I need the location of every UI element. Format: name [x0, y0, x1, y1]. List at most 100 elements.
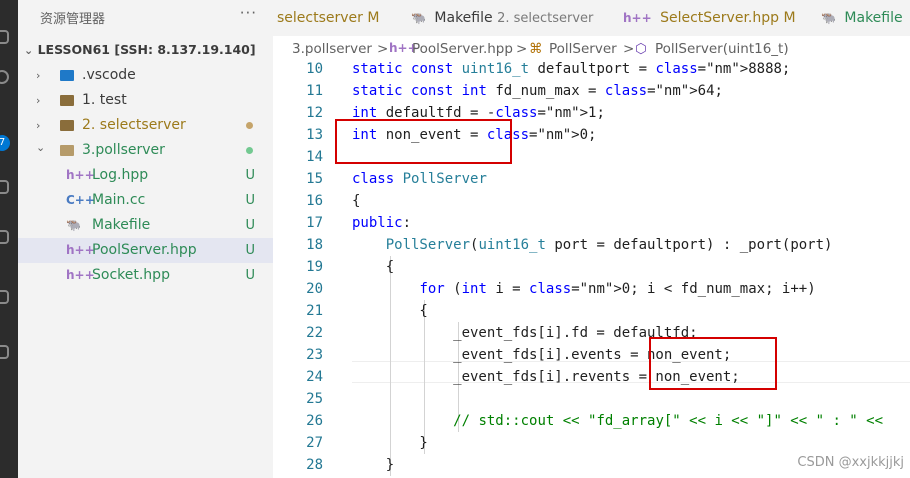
tree-item-pollserver[interactable]: ⌄ 3.pollserver — [18, 138, 273, 163]
code-line: for (int i = class="nm">0; i < fd_num_ma… — [419, 281, 816, 297]
line-number: 14 — [306, 149, 323, 165]
breadcrumb-separator: > — [516, 41, 528, 57]
tree-item-vscode[interactable]: › .vscode — [18, 63, 273, 88]
tree-item-socket-hpp[interactable]: h++ Socket.hpp U — [18, 263, 273, 288]
code-line: static const int fd_num_max = class="nm"… — [352, 83, 723, 99]
breadcrumb-file[interactable]: PoolServer.hpp — [412, 41, 513, 57]
method-symbol-icon: ⬡ — [635, 41, 647, 57]
testing-icon[interactable] — [0, 345, 9, 359]
workspace-root[interactable]: ⌄ LESSON61 [SSH: 8.137.19.140] — [24, 42, 256, 57]
chevron-right-icon: › — [36, 69, 41, 82]
line-number: 27 — [306, 435, 323, 451]
code-editor[interactable]: 10 11 12 13 14 15 16 17 18 19 20 21 22 2… — [273, 58, 910, 478]
breadcrumb-separator: > — [377, 41, 389, 57]
tab-makefile[interactable]: 🐃 Makefile — [821, 0, 903, 36]
hpp-file-icon: h++ — [66, 243, 95, 257]
tree-item-test[interactable]: › 1. test — [18, 88, 273, 113]
git-status-badge: U — [245, 243, 255, 258]
run-debug-icon[interactable] — [0, 180, 9, 194]
code-line: PollServer(uint16_t port = defaultport) … — [385, 237, 833, 253]
tree-item-label: Log.hpp — [92, 167, 149, 183]
tree-item-label: Main.cc — [92, 192, 146, 208]
search-icon[interactable] — [0, 70, 9, 84]
extensions-icon[interactable] — [0, 290, 9, 304]
remote-explorer-icon[interactable] — [0, 230, 9, 244]
tree-item-poolserver-hpp[interactable]: h++ PoolServer.hpp U — [18, 238, 273, 263]
breadcrumb-folder[interactable]: 3.pollserver — [292, 41, 372, 57]
tab-selectserver[interactable]: selectserver M — [277, 0, 379, 36]
class-symbol-icon: ⌘ — [529, 41, 543, 57]
hpp-file-icon: h++ — [623, 11, 652, 25]
workspace-root-label: LESSON61 [SSH: 8.137.19.140] — [37, 42, 256, 57]
tree-item-main-cc[interactable]: C++ Main.cc U — [18, 188, 273, 213]
line-number: 21 — [306, 303, 323, 319]
breadcrumb-method[interactable]: PollServer(uint16_t) — [655, 41, 789, 57]
code-line: } — [352, 457, 395, 473]
code-line: { — [352, 303, 428, 319]
tree-item-log-hpp[interactable]: h++ Log.hpp U — [18, 163, 273, 188]
makefile-icon: 🐃 — [821, 11, 836, 25]
line-number: 13 — [306, 127, 323, 143]
highlight-box-non-event — [335, 119, 512, 164]
tree-item-label: .vscode — [82, 67, 136, 83]
source-control-badge[interactable]: 7 — [0, 135, 10, 151]
line-number: 10 — [306, 61, 323, 77]
modified-dot-icon — [246, 122, 253, 129]
activity-bar: 7 — [0, 0, 18, 478]
explorer-icon[interactable] — [0, 30, 9, 44]
line-number: 23 — [306, 347, 323, 363]
makefile-icon: 🐃 — [66, 218, 81, 232]
tab-label: Makefile — [844, 10, 903, 26]
tree-item-label: 2. selectserver — [82, 117, 186, 133]
line-number: 15 — [306, 171, 323, 187]
vscode-folder-icon — [60, 70, 74, 81]
line-number: 17 — [306, 215, 323, 231]
tree-item-label: 3.pollserver — [82, 142, 165, 158]
more-actions-icon[interactable]: ··· — [240, 4, 257, 22]
line-number: 18 — [306, 237, 323, 253]
breadcrumb-separator: > — [623, 41, 635, 57]
folder-icon — [60, 95, 74, 106]
line-number: 25 — [306, 391, 323, 407]
line-number: 20 — [306, 281, 323, 297]
line-number: 16 — [306, 193, 323, 209]
line-number: 28 — [306, 457, 323, 473]
explorer-title: 资源管理器 — [40, 12, 106, 27]
chevron-down-icon: ⌄ — [36, 141, 46, 154]
code-line: { — [352, 193, 361, 209]
breadcrumb-class[interactable]: PollServer — [549, 41, 617, 57]
tree-item-selectserver[interactable]: › 2. selectserver — [18, 113, 273, 138]
line-number: 26 — [306, 413, 323, 429]
breadcrumb: 3.pollserver > h++ PoolServer.hpp > ⌘ Po… — [273, 38, 910, 60]
code-line: _event_fds[i].fd = defaultfd; — [352, 325, 698, 341]
tree-item-label: PoolServer.hpp — [92, 242, 197, 258]
tab-label: Makefile — [434, 10, 493, 26]
git-status-badge: U — [245, 268, 255, 283]
line-number: 24 — [306, 369, 323, 385]
line-number: 22 — [306, 325, 323, 341]
tab-hint: 2. selectserver — [497, 11, 594, 26]
cpp-file-icon: C++ — [66, 193, 95, 207]
makefile-icon: 🐃 — [411, 11, 426, 25]
code-line: static const uint16_t defaultport = clas… — [352, 61, 791, 77]
tree-item-label: 1. test — [82, 92, 127, 108]
hpp-file-icon: h++ — [66, 268, 95, 282]
git-status-badge: U — [245, 218, 255, 233]
hpp-file-icon: h++ — [66, 168, 95, 182]
folder-open-icon — [60, 145, 74, 156]
tree-item-label: Socket.hpp — [92, 267, 170, 283]
tab-modified-badge: M — [367, 10, 380, 26]
tree-item-label: Makefile — [92, 217, 151, 233]
tab-label: SelectServer.hpp — [660, 10, 780, 26]
line-number: 12 — [306, 105, 323, 121]
tab-selectserver-hpp[interactable]: h++ SelectServer.hpp M — [623, 0, 796, 36]
highlight-box-assignments — [649, 337, 777, 390]
code-line: } — [352, 435, 428, 451]
git-status-badge: U — [245, 168, 255, 183]
editor-tab-bar: selectserver M 🐃 Makefile 2. selectserve… — [273, 0, 910, 36]
tab-makefile-selectserver[interactable]: 🐃 Makefile 2. selectserver — [411, 0, 593, 36]
tree-item-makefile[interactable]: 🐃 Makefile U — [18, 213, 273, 238]
folder-icon — [60, 120, 74, 131]
chevron-down-icon: ⌄ — [24, 44, 34, 57]
git-status-badge: U — [245, 193, 255, 208]
